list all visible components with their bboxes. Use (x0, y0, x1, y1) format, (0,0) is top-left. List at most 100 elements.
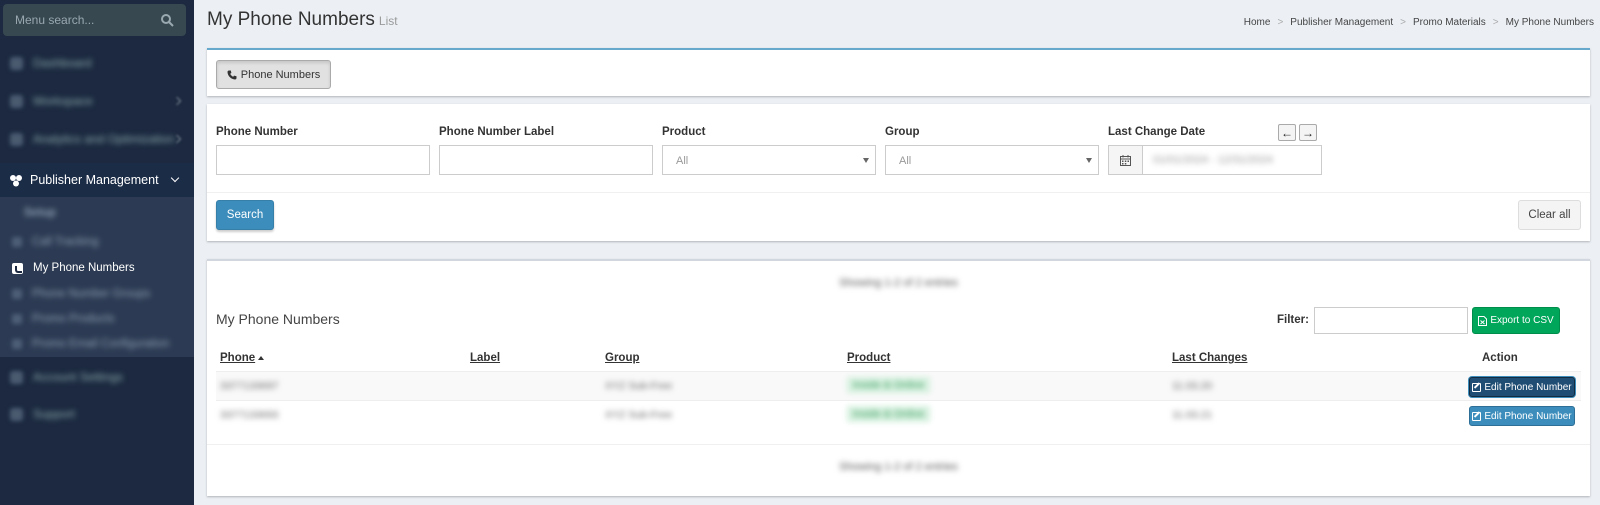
edit-icon (1472, 411, 1482, 421)
products-icon (12, 314, 22, 324)
page-subtitle: List (378, 14, 398, 28)
clear-all-button[interactable]: Clear all (1518, 200, 1581, 230)
sidebar-item-label: Workspace (33, 94, 93, 108)
next-range-button[interactable]: → (1299, 124, 1317, 141)
submenu-item-promo-products[interactable]: Promo Products (0, 311, 194, 327)
table-title: My Phone Numbers (216, 311, 340, 327)
breadcrumb-promo-materials[interactable]: Promo Materials (1413, 17, 1486, 28)
breadcrumb-publisher-management[interactable]: Publisher Management (1290, 17, 1393, 28)
breadcrumb: Home > Publisher Management > Promo Materi… (1244, 17, 1594, 28)
date-range-input[interactable]: 01/01/2024 - 12/31/2024 (1108, 145, 1322, 175)
submenu-heading: Setup (24, 207, 56, 219)
edit-phone-number-button[interactable]: Edit Phone Number (1469, 406, 1575, 426)
phone-square-icon (12, 262, 23, 274)
table-row: 3377133693 XYZ Sub-Free Inside & Online … (216, 400, 1581, 429)
column-header-label[interactable]: Label (470, 352, 500, 364)
pagination-info-bottom: Showing 1-2 of 2 entries (839, 461, 958, 473)
product-label: Product (662, 126, 706, 138)
chevron-left-icon (172, 96, 182, 106)
product-select-value: All (676, 155, 689, 167)
prev-range-button[interactable]: ← (1278, 124, 1296, 141)
filter-box: Phone Number Phone Number Label Product … (207, 104, 1590, 241)
sidebar-item-account-settings[interactable]: Account Settings (0, 368, 194, 386)
phone-number-label-input[interactable] (439, 145, 653, 175)
phone-number-label: Phone Number (216, 126, 298, 138)
arrow-left-icon: ← (1281, 125, 1293, 140)
email-config-icon (12, 339, 22, 349)
last-change-date-label: Last Change Date (1108, 126, 1206, 138)
sort-asc-icon (258, 355, 265, 360)
group-select-value: All (899, 155, 912, 167)
menu-search-placeholder: Menu search... (15, 13, 95, 27)
phone-number-input[interactable] (216, 145, 430, 175)
dashboard-icon (10, 56, 23, 70)
submenu-item-label: My Phone Numbers (33, 262, 135, 274)
submenu-item-my-phone-numbers[interactable]: My Phone Numbers (0, 260, 194, 276)
caret-down-icon (1086, 158, 1092, 163)
sidebar-item-label: Publisher Management (30, 173, 159, 187)
sidebar-item-dashboard[interactable]: Dashboard (0, 54, 194, 72)
breadcrumb-separator: > (1400, 17, 1406, 28)
file-excel-icon (1478, 315, 1488, 326)
group-label: Group (885, 126, 920, 138)
cell-group: XYZ Sub-Free (605, 409, 673, 421)
cell-product: Inside & Online (847, 377, 931, 393)
caret-down-icon (863, 158, 869, 163)
submenu-item-phone-number-groups[interactable]: Phone Number Groups (0, 286, 194, 302)
chevron-down-icon (170, 173, 180, 183)
phone-numbers-button[interactable]: Phone Numbers (216, 60, 331, 89)
call-tracking-icon (12, 237, 22, 247)
edit-phone-number-button[interactable]: Edit Phone Number (1469, 377, 1575, 397)
settings-icon (10, 370, 23, 384)
cell-group: XYZ Sub-Free (605, 380, 673, 392)
sidebar-item-publisher-management[interactable]: Publisher Management (0, 163, 194, 197)
sidebar-item-label: Account Settings (33, 370, 124, 384)
page-title: My Phone Numbers List (207, 9, 398, 31)
breadcrumb-separator: > (1277, 17, 1284, 28)
cell-phone: 3377133693 (220, 409, 279, 421)
sidebar-item-support[interactable]: Support (0, 405, 194, 423)
column-header-phone[interactable]: Phone (220, 352, 265, 364)
phone-groups-icon (12, 289, 22, 299)
submenu: Setup Call Tracking My Phone Numbers Pho… (0, 197, 194, 357)
group-select[interactable]: All (885, 145, 1099, 175)
divider (207, 444, 1590, 445)
edit-icon (1472, 382, 1482, 392)
sidebar-item-label: Dashboard (33, 56, 92, 70)
sidebar-item-workspace[interactable]: Workspace (0, 92, 194, 110)
sidebar-item-label: Support (33, 407, 76, 421)
submenu-item-label: Phone Number Groups (32, 288, 151, 300)
column-header-action: Action (1482, 352, 1518, 364)
support-icon (10, 407, 23, 421)
table-box: Showing 1-2 of 2 entries My Phone Number… (207, 259, 1590, 496)
submenu-item-call-tracking[interactable]: Call Tracking (0, 234, 194, 250)
menu-search-input[interactable]: Menu search... (3, 4, 186, 36)
submenu-item-label: Promo Products (32, 313, 115, 325)
cell-phone: 3377133697 (220, 380, 279, 392)
column-header-product[interactable]: Product (847, 352, 890, 364)
table-row: 3377133697 XYZ Sub-Free Inside & Online … (216, 371, 1581, 400)
search-button[interactable]: Search (216, 200, 274, 230)
date-range-value: 01/01/2024 - 12/31/2024 (1153, 154, 1273, 166)
sidebar-item-label: Analytics and Optimization (33, 132, 175, 146)
breadcrumb-separator: > (1492, 17, 1499, 28)
column-header-last-changes[interactable]: Last Changes (1172, 352, 1247, 364)
phone-numbers-button-label: Phone Numbers (240, 68, 321, 81)
filter-input[interactable] (1314, 307, 1468, 334)
submenu-item-label: Promo Email Configuration (32, 338, 170, 350)
submenu-item-promo-email[interactable]: Promo Email Configuration (0, 336, 194, 352)
column-header-group[interactable]: Group (605, 352, 640, 364)
breadcrumb-home[interactable]: Home (1244, 17, 1271, 28)
pagination-info-top: Showing 1-2 of 2 entries (839, 277, 958, 289)
analytics-icon (10, 132, 23, 146)
workspace-icon (10, 94, 23, 108)
submenu-item-label: Call Tracking (32, 236, 99, 248)
export-csv-button[interactable]: Export to CSV (1472, 307, 1560, 334)
page-title-text: My Phone Numbers (207, 9, 375, 30)
phone-number-label-label: Phone Number Label (439, 126, 555, 138)
cell-product: Inside & Online (847, 406, 931, 422)
phone-icon (227, 70, 237, 80)
product-select[interactable]: All (662, 145, 876, 175)
sidebar-item-analytics[interactable]: Analytics and Optimization (0, 130, 194, 148)
search-icon[interactable] (160, 13, 174, 27)
